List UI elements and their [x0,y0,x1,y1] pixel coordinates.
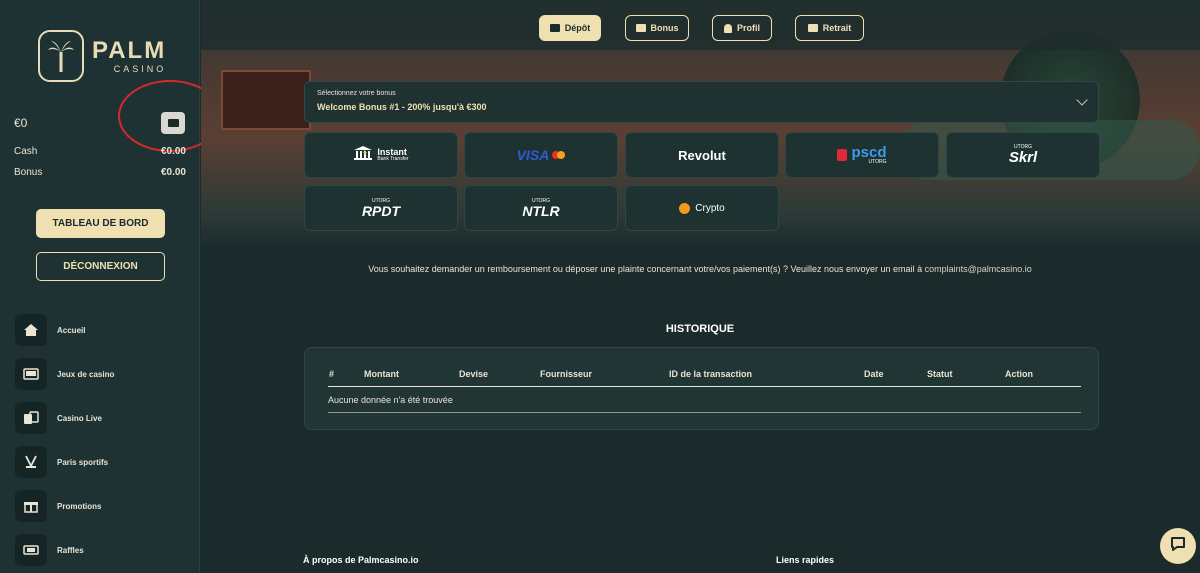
sidebar-item-label: Accueil [57,325,86,335]
bonus-row: Bonus €0.00 [14,167,186,178]
cash-row: Cash €0.00 [14,146,186,157]
palm-tree-icon [38,30,84,82]
bitcoin-icon [679,202,691,214]
complaint-notice: Vous souhaitez demander un remboursement… [300,264,1100,274]
pscd-label: pscd [851,144,887,161]
bank-icon [353,145,373,166]
brand-name: PALM [92,36,167,64]
home-icon [15,314,47,346]
column-header: Action [1005,369,1033,379]
decor-panel [221,70,311,130]
sidebar-item-promotions[interactable]: Promotions [15,490,195,522]
notice-text: Vous souhaitez demander un remboursement… [368,264,925,274]
sidebar-item-home[interactable]: Accueil [15,314,195,346]
payment-skrl[interactable]: UTORG Skrl [946,132,1100,178]
column-header: # [329,369,335,379]
cash-register-icon [807,24,818,32]
complaints-email-link[interactable]: complaints@palmcasino.io [925,264,1032,274]
cash-label: Cash [14,146,38,157]
bonus-select-value: Welcome Bonus #1 - 200% jusqu'à €300 [317,102,487,112]
balance-amount: €0 [14,116,28,130]
payment-revolut[interactable]: Revolut [625,132,779,178]
ntlr-label: NTLR [522,202,560,219]
pscd-sub: UTORG [868,159,887,165]
gift-icon [15,490,47,522]
sidebar-item-label: Casino Live [57,413,102,423]
sidebar: PALM CASINO €0 Cash €0.00 Bonus €0.00 TA… [0,0,222,573]
visa-logo: VISA [516,147,550,163]
tab-withdraw[interactable]: Retrait [795,15,864,41]
tab-profile[interactable]: Profil [712,15,772,41]
payment-visa[interactable]: VISA [464,132,618,178]
column-header: Devise [459,369,489,379]
lock-icon [837,149,848,161]
tab-bonus[interactable]: Bonus [625,15,689,41]
wallet-icon [549,24,560,32]
bonus-select[interactable]: Sélectionnez votre bonus Welcome Bonus #… [304,81,1099,123]
sidebar-item-live-casino[interactable]: Casino Live [15,402,195,434]
bonus-select-label: Sélectionnez votre bonus [317,90,396,97]
sidebar-item-label: Jeux de casino [57,369,115,379]
chat-icon [1169,535,1187,558]
payment-pscd[interactable]: pscd UTORG [785,132,939,178]
sidebar-item-label: Paris sportifs [57,457,109,467]
brand-logo[interactable]: PALM CASINO [38,30,166,82]
payment-ntlr[interactable]: UTORG NTLR [464,185,618,231]
hockey-icon [15,446,47,478]
instant-sub: Bank Transfer [377,156,409,163]
logout-button[interactable]: DÉCONNEXION [36,252,165,281]
history-title: HISTORIQUE [665,323,735,335]
cash-value: €0.00 [160,146,186,157]
tab-label: Dépôt [564,23,591,33]
empty-state-row: Aucune donnée n'a été trouvée [328,387,1081,413]
crypto-label: Crypto [695,202,725,214]
bonus-value: €0.00 [160,167,186,178]
chat-button[interactable] [1160,528,1196,564]
top-bar [201,0,1200,50]
sidebar-item-casino-games[interactable]: Jeux de casino [15,358,195,390]
column-header: ID de la transaction [669,369,753,379]
sidebar-item-label: Raffles [57,545,84,555]
cards-icon [15,402,47,434]
revolut-label: Revolut [678,147,726,163]
table-header: # Montant Devise Fournisseur ID de la tr… [328,368,1081,387]
payment-instant-bank[interactable]: Instant Bank Transfer [304,132,458,178]
payment-crypto[interactable]: Crypto [625,185,779,231]
tab-deposit[interactable]: Dépôt [539,15,601,41]
tab-label: Retrait [822,23,852,33]
column-header: Statut [927,369,953,379]
chevron-down-icon [1076,94,1088,106]
rpdt-label: RPDT [361,202,401,219]
sidebar-item-raffles[interactable]: Raffles [15,534,195,566]
column-header: Fournisseur [540,369,593,379]
sidebar-item-sports[interactable]: Paris sportifs [15,446,195,478]
skrl-label: Skrl [1008,149,1038,166]
column-header: Date [864,369,884,379]
payment-rpdt[interactable]: UTORG RPDT [304,185,458,231]
slot-machine-icon [15,358,47,390]
footer-about-heading: À propos de Palmcasino.io [303,555,419,565]
history-table: # Montant Devise Fournisseur ID de la tr… [304,347,1099,430]
tab-label: Profil [736,23,760,33]
ticket-icon [15,534,47,566]
user-icon [723,23,732,33]
dashboard-button[interactable]: TABLEAU DE BORD [36,209,165,238]
brand-subtitle: CASINO [113,63,167,74]
bonus-label: Bonus [14,167,43,178]
tab-label: Bonus [650,23,679,33]
gift-icon [635,24,646,32]
footer-links-heading: Liens rapides [776,555,835,565]
column-header: Montant [364,369,399,379]
sidebar-item-label: Promotions [57,501,102,511]
mastercard-icon [552,151,566,159]
